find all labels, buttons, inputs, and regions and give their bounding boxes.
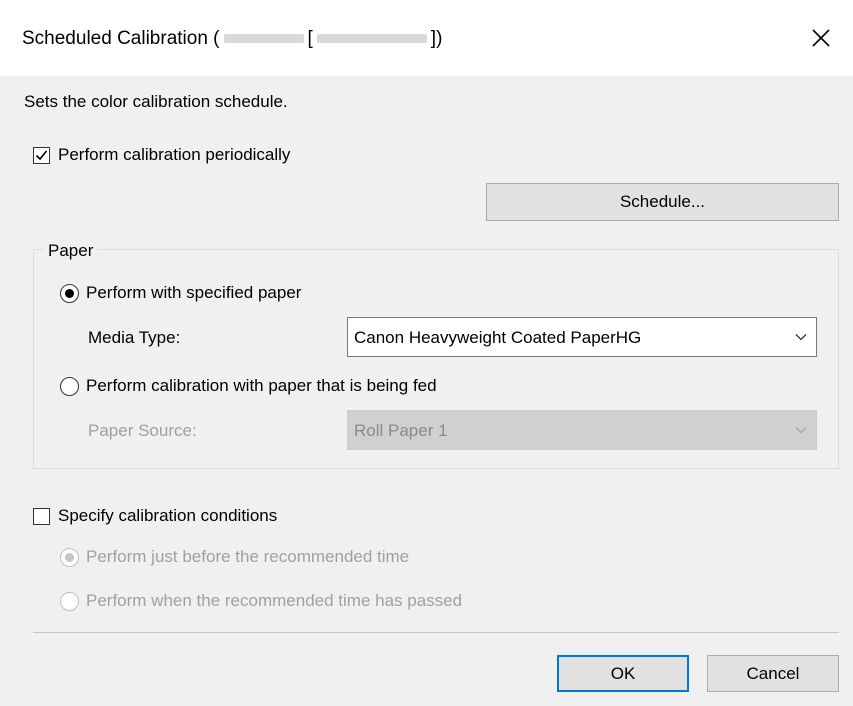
window-title: Scheduled Calibration ( []) xyxy=(22,28,442,50)
fed-paper-label[interactable]: Perform calibration with paper that is b… xyxy=(86,376,437,396)
paper-source-select[interactable]: Roll Paper 1 xyxy=(347,410,817,450)
conditions-checkbox[interactable] xyxy=(33,508,50,525)
ok-button[interactable]: OK xyxy=(557,655,689,692)
conditions-label[interactable]: Specify calibration conditions xyxy=(58,506,277,526)
chevron-down-icon xyxy=(795,334,807,341)
checkmark-icon xyxy=(35,150,48,161)
periodic-label[interactable]: Perform calibration periodically xyxy=(58,145,290,165)
after-recommended-label[interactable]: Perform when the recommended time has pa… xyxy=(86,591,462,611)
paper-source-value: Roll Paper 1 xyxy=(354,421,448,440)
before-recommended-radio[interactable] xyxy=(60,548,79,567)
specified-paper-label[interactable]: Perform with specified paper xyxy=(86,283,301,303)
before-recommended-label[interactable]: Perform just before the recommended time xyxy=(86,547,409,567)
redacted-printer-name xyxy=(223,34,304,44)
paper-source-label: Paper Source: xyxy=(88,421,197,440)
specified-paper-radio[interactable] xyxy=(60,284,79,303)
media-type-label: Media Type: xyxy=(88,328,181,347)
media-type-value: Canon Heavyweight Coated PaperHG xyxy=(354,328,642,347)
close-button[interactable] xyxy=(803,20,839,56)
after-recommended-radio[interactable] xyxy=(60,592,79,611)
close-icon xyxy=(812,29,830,47)
radio-selected-dot xyxy=(65,553,74,562)
chevron-down-icon xyxy=(795,427,807,434)
schedule-button[interactable]: Schedule... xyxy=(486,183,839,221)
paper-group-label: Paper xyxy=(44,241,98,261)
cancel-button[interactable]: Cancel xyxy=(707,655,839,692)
title-prefix: Scheduled Calibration ( xyxy=(22,28,220,49)
title-bar: Scheduled Calibration ( []) xyxy=(0,0,853,76)
radio-selected-dot xyxy=(65,289,74,298)
redacted-printer-address xyxy=(316,34,427,44)
title-suffix: ]) xyxy=(430,28,443,49)
title-bracket: [ xyxy=(307,28,313,49)
periodic-checkbox[interactable] xyxy=(33,147,50,164)
fed-paper-radio[interactable] xyxy=(60,377,79,396)
media-type-select[interactable]: Canon Heavyweight Coated PaperHG xyxy=(347,317,817,357)
description-text: Sets the color calibration schedule. xyxy=(24,92,288,111)
divider xyxy=(33,632,839,633)
